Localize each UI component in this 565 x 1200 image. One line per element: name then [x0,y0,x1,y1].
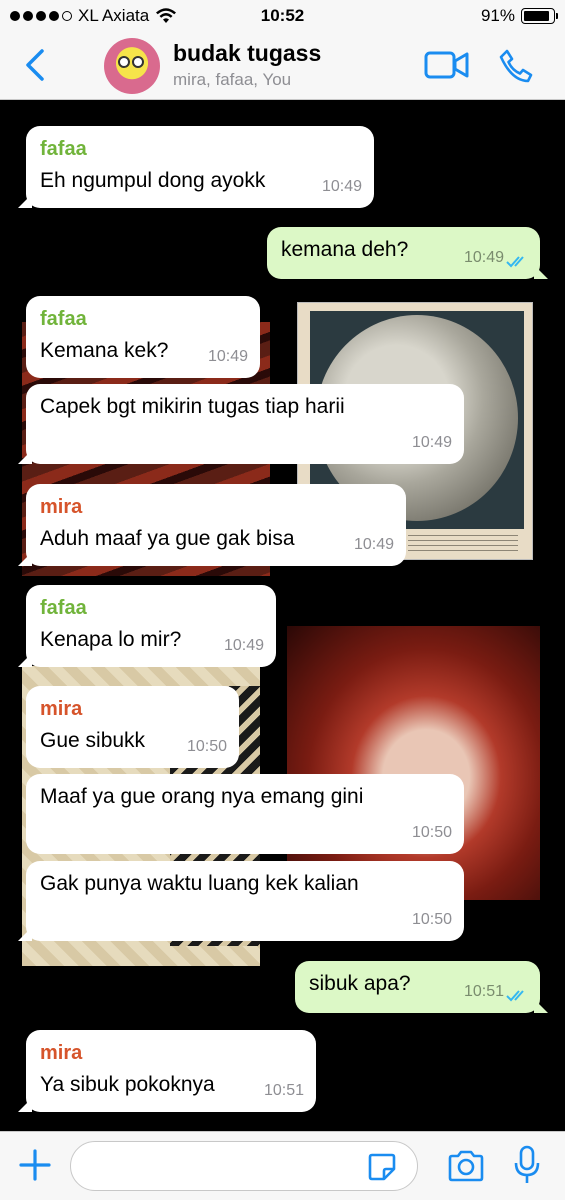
chat-area[interactable]: fafaa Eh ngumpul dong ayokk 10:49 kemana… [0,100,565,1131]
message-sender: mira [40,496,83,518]
message-bubble[interactable]: mira Ya sibuk pokoknya 10:51 [18,1030,316,1112]
group-avatar[interactable] [104,38,160,94]
message-time: 10:49 [353,536,394,553]
message-text: Ya sibuk pokoknya [40,1073,215,1096]
microphone-icon[interactable] [514,1145,540,1185]
status-bar: XL Axiata 10:52 91% [0,0,565,34]
message-time: 10:49 [411,434,452,451]
message-time: 10:50 [411,911,452,928]
message-text: Eh ngumpul dong ayokk [40,169,266,192]
battery-icon [521,8,558,24]
sticker-icon[interactable] [367,1152,397,1182]
message-bubble[interactable]: mira Aduh maaf ya gue gak bisa 10:49 [18,484,406,566]
message-time: 10:49 [223,637,264,654]
message-bubble[interactable]: fafaa Eh ngumpul dong ayokk 10:49 [18,126,374,208]
message-text: Maaf ya gue orang nya emang gini [40,785,364,808]
message-sender: fafaa [40,138,87,160]
group-title[interactable]: budak tugass [173,40,321,67]
read-receipt-icon [506,990,524,1002]
message-time: 10:49 [463,249,504,266]
battery-percent: 91% [480,6,515,25]
wallpaper-photo [287,626,540,900]
group-members[interactable]: mira, fafaa, You [173,70,291,90]
video-camera-icon[interactable] [424,50,470,80]
message-bubble[interactable]: Capek bgt mikirin tugas tiap harii 10:49 [18,384,464,464]
message-time: 10:50 [411,824,452,841]
message-bubble[interactable]: fafaa Kenapa lo mir? 10:49 [18,585,276,667]
message-time: 10:50 [186,738,227,755]
plus-icon[interactable] [18,1148,52,1182]
message-time: 10:49 [321,178,362,195]
message-bubble[interactable]: Maaf ya gue orang nya emang gini 10:50 [26,774,464,854]
message-bubble[interactable]: kemana deh? 10:49 [267,227,548,279]
chevron-left-icon[interactable] [22,48,48,82]
message-sender: fafaa [40,308,87,330]
camera-icon[interactable] [447,1149,485,1183]
message-time: 10:51 [463,983,504,1000]
message-sender: fafaa [40,597,87,619]
message-time: 10:51 [263,1082,304,1099]
message-sender: mira [40,1042,83,1064]
message-sender: mira [40,698,83,720]
message-bubble[interactable]: mira Gue sibukk 10:50 [26,686,239,768]
chat-header: budak tugass mira, fafaa, You [0,34,565,100]
message-bubble[interactable]: Gak punya waktu luang kek kalian 10:50 [18,861,464,941]
message-time: 10:49 [207,348,248,365]
composer-bar [0,1131,565,1200]
phone-icon[interactable] [498,48,534,84]
message-text: Capek bgt mikirin tugas tiap harii [40,395,345,418]
message-bubble[interactable]: fafaa Kemana kek? 10:49 [26,296,260,378]
message-text: Aduh maaf ya gue gak bisa [40,527,295,550]
read-receipt-icon [506,256,524,268]
message-input[interactable] [70,1141,418,1191]
status-right: 91% [480,6,558,26]
message-text: Gak punya waktu luang kek kalian [40,872,359,895]
message-bubble[interactable]: sibuk apa? 10:51 [295,961,548,1013]
